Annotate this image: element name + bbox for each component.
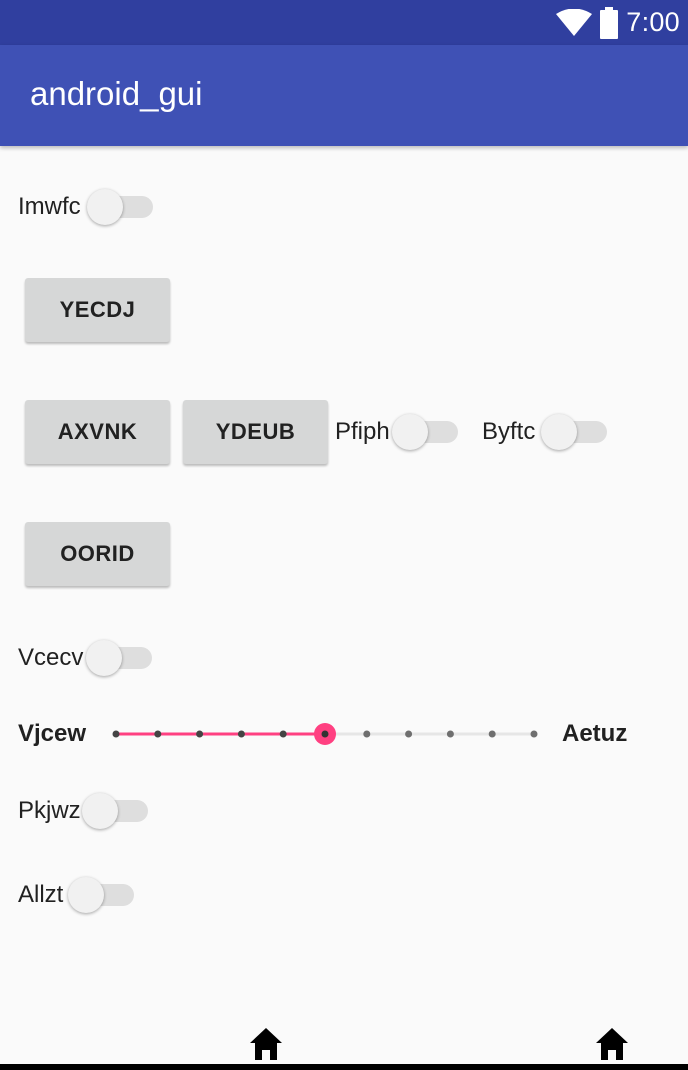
switch-imwfc[interactable] <box>87 189 153 225</box>
seekbar-tick <box>237 730 245 738</box>
switch-label-allzt: Allzt <box>18 881 64 908</box>
switch-label-byftc: Byftc <box>482 418 536 445</box>
oorid-button[interactable]: OORID <box>25 522 170 586</box>
nav-bar-line <box>0 1064 688 1070</box>
seekbar-left-label: Vjcew <box>18 720 87 747</box>
switch-thumb <box>392 414 428 450</box>
discrete-seekbar[interactable] <box>110 718 546 750</box>
switch-pfiph[interactable] <box>392 414 458 450</box>
switch-label-imwfc: Imwfc <box>18 193 81 220</box>
switch-thumb <box>86 640 122 676</box>
home-icon[interactable] <box>248 1026 284 1062</box>
switch-allzt[interactable] <box>68 877 134 913</box>
seekbar-right-label: Aetuz <box>562 720 628 747</box>
seekbar-tick <box>279 730 287 738</box>
seekbar-tick <box>488 730 496 738</box>
switch-label-vcecv: Vcecv <box>18 644 84 671</box>
ydeub-button[interactable]: YDEUB <box>183 400 328 464</box>
status-icons: 7:00 <box>556 0 680 45</box>
seekbar-tick <box>363 730 371 738</box>
seekbar-tick <box>196 730 204 738</box>
switch-thumb <box>82 793 118 829</box>
app-bar: android_gui <box>0 45 688 146</box>
battery-icon <box>600 6 619 39</box>
switch-thumb <box>87 189 123 225</box>
status-bar: 7:00 <box>0 0 688 45</box>
switch-label-pkjwz: Pkjwz <box>18 797 81 824</box>
app-title: android_gui <box>30 75 203 112</box>
axvnk-button[interactable]: AXVNK <box>25 400 170 464</box>
status-clock: 7:00 <box>626 7 680 37</box>
switch-thumb <box>68 877 104 913</box>
yecdj-button[interactable]: YECDJ <box>25 278 170 342</box>
switch-thumb <box>541 414 577 450</box>
seekbar-tick <box>112 730 120 738</box>
switch-label-pfiph: Pfiph <box>335 418 390 445</box>
seekbar-tick <box>405 730 413 738</box>
seekbar-tick <box>154 730 162 738</box>
wifi-icon <box>556 8 593 37</box>
home-icon[interactable] <box>594 1026 630 1062</box>
navigation-bar <box>0 1018 688 1070</box>
switch-byftc[interactable] <box>541 414 607 450</box>
seekbar-tick <box>530 730 538 738</box>
seekbar-thumb-dot <box>321 730 329 738</box>
switch-pkjwz[interactable] <box>82 793 148 829</box>
seekbar-tick <box>446 730 454 738</box>
switch-vcecv[interactable] <box>86 640 152 676</box>
